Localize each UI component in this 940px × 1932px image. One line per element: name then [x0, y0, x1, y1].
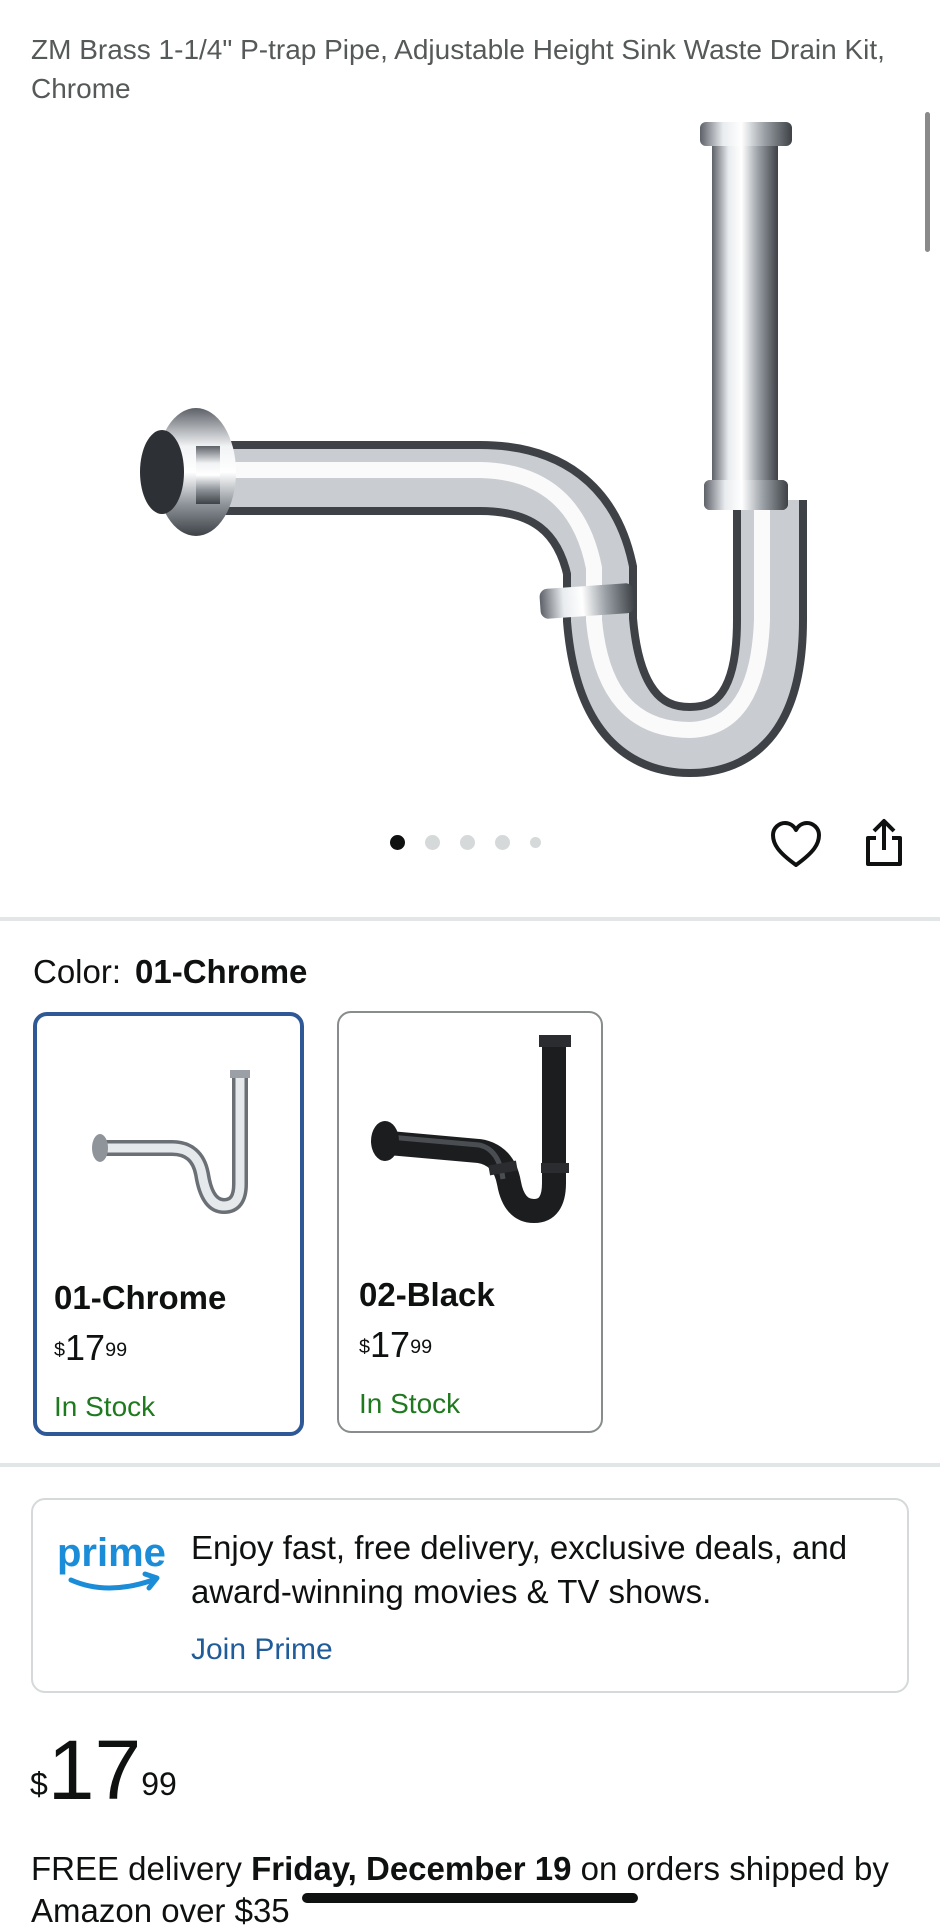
price-whole: 17 — [47, 1723, 142, 1817]
stock-status: In Stock — [359, 1388, 461, 1419]
price-whole: 17 — [65, 1327, 106, 1368]
stock-status: In Stock — [54, 1391, 156, 1422]
section-divider — [0, 917, 940, 921]
image-carousel-indicator[interactable] — [390, 832, 541, 852]
color-selector-label: Color: 01-Chrome — [33, 950, 307, 994]
black-thumbnail — [371, 1035, 571, 1224]
prime-banner[interactable]: prime Enjoy fast, free delivery, exclusi… — [31, 1498, 909, 1693]
option-name: 01-Chrome — [54, 1279, 227, 1316]
join-prime-link[interactable]: Join Prime — [191, 1632, 333, 1668]
carousel-dot[interactable] — [390, 834, 405, 850]
share-icon[interactable] — [862, 818, 906, 868]
prime-logo: prime — [57, 1531, 166, 1591]
option-name: 02-Black — [359, 1276, 495, 1313]
color-option-black[interactable]: 02-Black $1799 In Stock — [337, 1011, 603, 1433]
home-indicator[interactable] — [302, 1893, 638, 1903]
carousel-dot[interactable] — [460, 834, 475, 850]
buybox-price: $1799 — [30, 1720, 177, 1820]
delivery-prefix: FREE delivery — [31, 1850, 252, 1887]
heart-icon[interactable] — [770, 820, 822, 870]
section-divider — [0, 1463, 940, 1467]
product-title: ZM Brass 1-1/4" P-trap Pipe, Adjustable … — [31, 34, 885, 104]
delivery-date: Friday, December 19 — [251, 1850, 572, 1887]
currency-symbol: $ — [359, 1335, 371, 1358]
color-option-chrome[interactable]: 01-Chrome $1799 In Stock — [33, 1012, 304, 1436]
prime-message: Enjoy fast, free delivery, exclusive dea… — [191, 1529, 848, 1610]
currency-symbol: $ — [54, 1338, 66, 1361]
carousel-dot[interactable] — [495, 834, 510, 850]
color-label: Color: — [33, 953, 122, 990]
currency-symbol: $ — [30, 1766, 48, 1802]
option-price: $1799 — [359, 1325, 432, 1365]
prime-logo-text: prime — [57, 1531, 166, 1575]
price-fraction: 99 — [410, 1335, 433, 1358]
carousel-dot[interactable] — [425, 834, 440, 850]
price-fraction: 99 — [105, 1338, 128, 1361]
delivery-message: FREE delivery Friday, December 19 on ord… — [31, 1848, 911, 1932]
price-whole: 17 — [370, 1324, 411, 1365]
product-image[interactable] — [0, 100, 940, 780]
price-fraction: 99 — [141, 1766, 177, 1802]
carousel-dot[interactable] — [530, 836, 541, 848]
chrome-thumbnail — [92, 1070, 250, 1215]
option-price: $1799 — [54, 1328, 127, 1368]
selected-color: 01-Chrome — [135, 953, 308, 990]
